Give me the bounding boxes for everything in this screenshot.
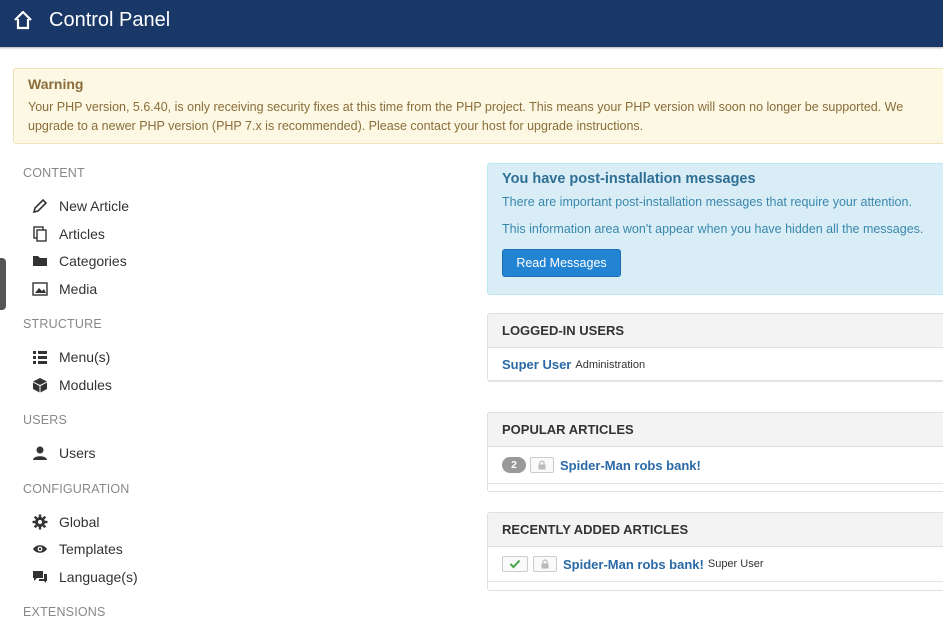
sidebar-heading-structure: STRUCTURE	[23, 317, 102, 331]
sidebar-item-label: Global	[59, 514, 100, 530]
sidebar-heading-configuration: CONFIGURATION	[23, 482, 130, 496]
postinstall-title: You have post-installation messages	[502, 171, 756, 187]
logged-in-users-panel: LOGGED-IN USERS Super User Administratio…	[487, 313, 943, 382]
panel-title: POPULAR ARTICLES	[488, 413, 943, 447]
user-icon	[31, 444, 49, 462]
lock-icon	[533, 556, 557, 572]
gear-icon	[31, 513, 49, 531]
user-area: Administration	[575, 358, 646, 371]
list-icon	[31, 348, 49, 366]
list-item: Spider-Man robs bank! Super User	[488, 547, 943, 582]
postinstall-text-1: There are important post-installation me…	[502, 195, 912, 209]
eye-icon	[31, 540, 49, 558]
pencil-icon	[31, 197, 49, 215]
sidebar-heading-content: CONTENT	[23, 166, 85, 180]
article-link[interactable]: Spider-Man robs bank!	[560, 458, 701, 473]
popular-articles-panel: POPULAR ARTICLES 2 Spider-Man robs bank!	[487, 412, 943, 492]
sidebar-item-label: Articles	[59, 226, 105, 242]
sidebar-item-label: New Article	[59, 198, 130, 214]
sidebar-item-label: Templates	[59, 541, 123, 557]
sidebar-item-articles[interactable]: Articles	[31, 224, 105, 244]
postinstall-text-2: This information area won't appear when …	[502, 222, 924, 236]
sidebar-item-media[interactable]: Media	[31, 279, 97, 299]
warning-line-1: Your PHP version, 5.6.40, is only receiv…	[28, 100, 904, 114]
list-item: 2 Spider-Man robs bank!	[488, 447, 943, 484]
sidebar-item-users[interactable]: Users	[31, 443, 96, 463]
postinstall-messages-box: You have post-installation messages Ther…	[487, 163, 943, 295]
read-messages-button[interactable]: Read Messages	[502, 249, 621, 277]
warning-line-2: upgrade to a newer PHP version (PHP 7.x …	[28, 119, 644, 133]
published-check-icon[interactable]	[502, 556, 528, 572]
sidebar-item-label: Media	[59, 281, 98, 297]
sidebar-toggle-handle[interactable]	[0, 258, 6, 310]
sidebar-item-menus[interactable]: Menu(s)	[31, 347, 110, 367]
sidebar-item-new-article[interactable]: New Article	[31, 196, 129, 216]
warning-title: Warning	[28, 76, 84, 92]
hits-badge: 2	[502, 457, 526, 473]
user-link[interactable]: Super User	[502, 357, 571, 372]
cube-icon	[31, 376, 49, 394]
recent-articles-panel: RECENTLY ADDED ARTICLES Spider-Man robs …	[487, 512, 943, 591]
sidebar-item-global[interactable]: Global	[31, 512, 99, 532]
sidebar-item-languages[interactable]: Language(s)	[31, 567, 138, 587]
list-item: Super User Administration	[488, 348, 943, 382]
sidebar-item-label: Language(s)	[59, 569, 138, 585]
sidebar-item-label: Menu(s)	[59, 349, 111, 365]
comments-icon	[31, 568, 49, 586]
panel-title: RECENTLY ADDED ARTICLES	[488, 513, 943, 547]
copy-icon	[31, 225, 49, 243]
home-icon[interactable]	[12, 9, 34, 31]
sidebar-heading-users: USERS	[23, 413, 68, 427]
folder-icon	[31, 252, 49, 270]
sidebar-item-label: Categories	[59, 253, 127, 269]
lock-icon	[530, 457, 554, 473]
article-author: Super User	[707, 558, 764, 570]
top-header: Control Panel	[0, 0, 943, 47]
php-warning-alert: Warning Your PHP version, 5.6.40, is onl…	[13, 68, 943, 144]
image-icon	[31, 280, 49, 298]
sidebar-item-templates[interactable]: Templates	[31, 539, 123, 559]
warning-message: Your PHP version, 5.6.40, is only receiv…	[28, 98, 943, 136]
article-link[interactable]: Spider-Man robs bank!	[563, 557, 704, 572]
sidebar-item-label: Users	[59, 445, 96, 461]
sidebar-item-categories[interactable]: Categories	[31, 251, 127, 271]
sidebar-item-modules[interactable]: Modules	[31, 375, 112, 395]
page-title: Control Panel	[49, 9, 171, 31]
panel-title: LOGGED-IN USERS	[488, 314, 943, 348]
sidebar-item-label: Modules	[59, 377, 112, 393]
